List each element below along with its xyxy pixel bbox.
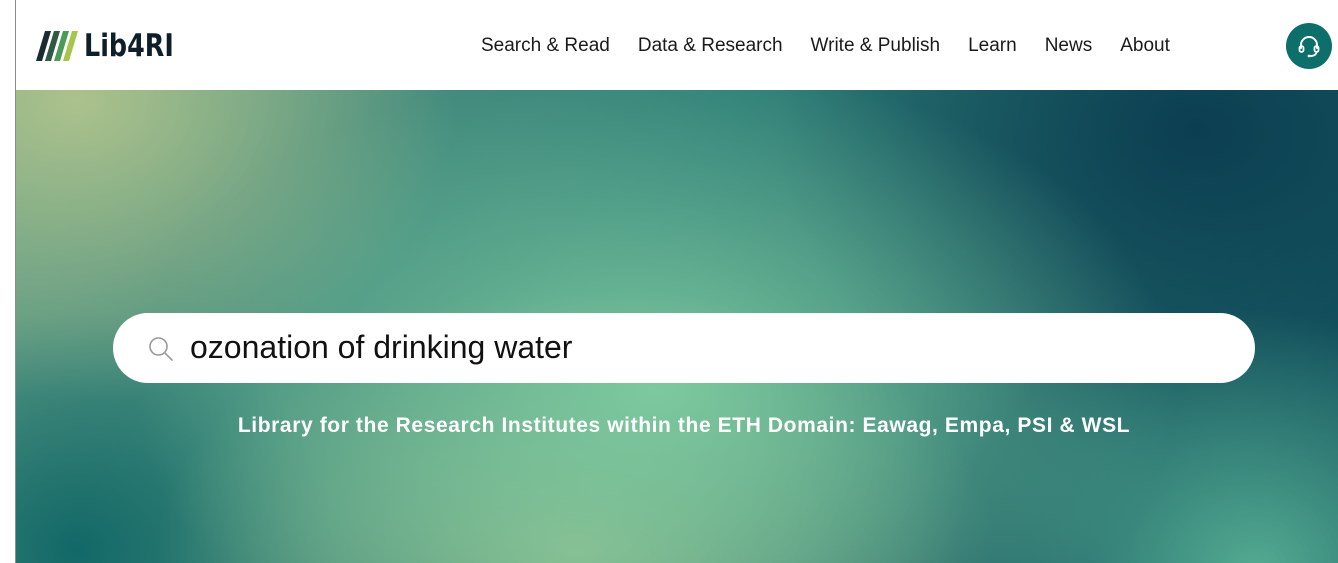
nav-item-data-research[interactable]: Data & Research [638, 35, 783, 57]
page: Lib4RI Search & Read Data & Research Wri… [0, 0, 1338, 563]
site-logo-text: Lib4RI [84, 28, 174, 64]
nav-item-search-read[interactable]: Search & Read [481, 35, 610, 57]
help-contact-button[interactable] [1286, 23, 1332, 69]
hero-tagline: Library for the Research Institutes with… [237, 414, 1131, 437]
search-input[interactable] [190, 329, 1230, 366]
nav-item-news[interactable]: News [1045, 35, 1093, 57]
site-header: Lib4RI Search & Read Data & Research Wri… [16, 0, 1338, 90]
nav-item-write-publish[interactable]: Write & Publish [811, 35, 941, 57]
search-icon[interactable] [147, 335, 175, 363]
nav-item-learn[interactable]: Learn [968, 35, 1017, 57]
nav-item-about[interactable]: About [1120, 35, 1170, 57]
lib4ri-stripes-logo-icon [36, 31, 78, 61]
headset-icon [1298, 36, 1320, 58]
site-logo-link[interactable]: Lib4RI [36, 26, 194, 66]
search-bar[interactable] [113, 313, 1255, 383]
main-navigation: Search & Read Data & Research Write & Pu… [481, 34, 1170, 58]
